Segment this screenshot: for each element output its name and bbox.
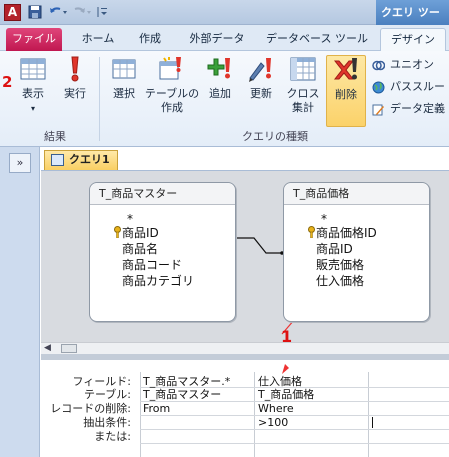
chevron-down-icon: ▾ [30,104,35,113]
grid-cell-delete[interactable]: Where [258,402,294,415]
append-query-icon [207,58,230,79]
tab-database-tools[interactable]: データベース ツール [262,28,372,51]
row-label-table: テーブル: [83,388,131,401]
grid-cell-field[interactable]: 仕入価格 [258,375,302,388]
text-cursor [372,417,373,428]
save-icon[interactable] [28,5,42,20]
horizontal-scrollbar[interactable]: ◀ [41,342,449,354]
annotation-number-2: 2 [2,73,13,91]
scroll-thumb[interactable] [61,344,77,353]
grid-divider [140,429,449,430]
undo-icon[interactable] [48,5,70,20]
append-query-label: 追加 [209,87,231,100]
field-item[interactable]: 販売価格 [316,257,364,273]
update-query-icon [249,58,271,82]
primary-key-icon [114,226,121,238]
query-tab-label: クエリ1 [69,153,110,166]
pass-through-label: パススルー [390,80,445,93]
tab-home[interactable]: ホーム [74,28,122,51]
tab-file[interactable]: ファイル [6,28,62,51]
crosstab-icon [290,57,316,81]
crosstab-button[interactable]: クロス 集計 [284,55,322,125]
row-label-delete: レコードの削除: [50,402,131,415]
pass-through-button[interactable]: パススルー [372,79,445,95]
data-definition-label: データ定義 [390,102,445,115]
grid-cell-criteria[interactable]: >100 [258,416,288,429]
tab-create[interactable]: 作成 [130,28,170,51]
run-exclamation-icon [71,56,79,82]
make-table-button[interactable]: テーブルの 作成 [144,55,200,125]
union-button[interactable]: ユニオン [372,57,434,73]
globe-icon [372,81,385,94]
field-item[interactable]: 商品ID [316,241,353,257]
field-item[interactable]: 商品ID [122,225,159,241]
table-title[interactable]: T_商品マスター [90,183,235,205]
ribbon-tabs: ファイル ホーム 作成 外部データ データベース ツール デザイン [0,25,449,51]
customize-qat-icon[interactable] [96,5,108,20]
union-label: ユニオン [390,58,434,71]
table-title[interactable]: T_商品価格 [284,183,429,205]
select-query-button[interactable]: 選択 [106,55,142,125]
table-box-product-master[interactable]: T_商品マスター * 商品ID 商品名 商品コード 商品カテゴリ [89,182,236,322]
select-query-label: 選択 [113,87,135,100]
redo-icon[interactable] [72,5,94,20]
results-group-label: 結果 [44,130,66,143]
grid-cell-delete[interactable]: From [143,402,170,415]
field-list: * 商品価格ID 商品ID 販売価格 仕入価格 [285,206,428,313]
field-item[interactable]: 商品カテゴリ [122,273,194,289]
title-bar: A クエリ ツール [0,0,449,44]
grid-cell-table[interactable]: T_商品マスター [143,388,221,401]
table-view-icon [20,58,46,80]
view-button-label: 表示 [22,87,44,100]
contextual-tab-title: クエリ ツール [376,0,449,44]
table-box-product-price[interactable]: T_商品価格 * 商品価格ID 商品ID 販売価格 仕入価格 [283,182,430,322]
group-separator [99,57,100,141]
nav-pane-toggle-button[interactable]: » [9,153,31,173]
delete-query-button[interactable]: 削除 [326,55,366,127]
make-table-icon [159,57,181,80]
row-label-criteria: 抽出条件: [83,416,131,429]
data-definition-icon [372,104,384,116]
view-button[interactable]: 表示 ▾ [12,55,54,125]
field-item[interactable]: 商品名 [122,241,158,257]
union-icon [372,60,385,71]
primary-key-icon [308,226,315,238]
make-table-label: テーブルの 作成 [144,87,200,114]
select-query-icon [112,59,136,79]
query-type-group-label: クエリの種類 [242,130,308,143]
run-button[interactable]: 実行 [58,55,92,125]
row-label-or: または: [94,430,131,443]
grid-cell-table[interactable]: T_商品価格 [258,388,314,401]
annotation-arrowhead [282,364,289,374]
delete-query-label: 削除 [335,88,357,101]
run-button-label: 実行 [64,87,86,100]
grid-cell-field[interactable]: T_商品マスター.* [143,375,230,388]
tab-external-data[interactable]: 外部データ [180,28,254,51]
delete-query-icon [333,58,357,80]
tab-query1[interactable]: クエリ1 [44,150,118,170]
append-query-button[interactable]: 追加 [202,55,238,125]
tab-design[interactable]: デザイン [380,28,446,51]
navigation-pane: » [0,147,40,457]
field-list: * 商品ID 商品名 商品コード 商品カテゴリ [91,206,234,313]
update-query-button[interactable]: 更新 [243,55,279,125]
scroll-left-icon[interactable]: ◀ [44,343,51,353]
row-label-field: フィールド: [72,375,132,388]
grid-divider [140,415,449,416]
data-definition-button[interactable]: データ定義 [372,101,445,117]
ribbon: 表示 ▾ 実行 結果 選択 テーブルの 作成 追加 更新 クロス 集計 削除 ユ… [0,51,449,147]
field-item[interactable]: 商品価格ID [316,225,377,241]
update-query-label: 更新 [250,87,272,100]
field-item[interactable]: 仕入価格 [316,273,364,289]
field-item[interactable]: 商品コード [122,257,182,273]
access-app-icon[interactable]: A [4,4,21,21]
grid-divider [140,401,449,402]
query-icon [51,154,64,166]
grid-divider [140,443,449,444]
crosstab-label: クロス 集計 [286,87,320,114]
